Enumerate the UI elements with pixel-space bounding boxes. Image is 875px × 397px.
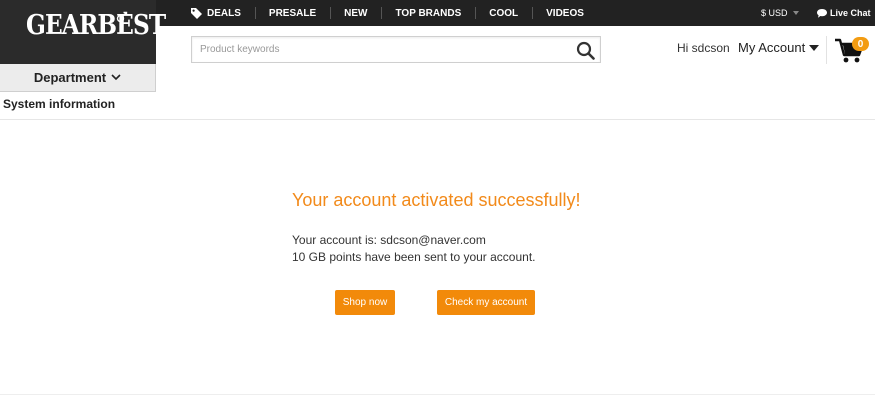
account-info: Your account is: sdcson@naver.com xyxy=(292,233,486,247)
nav-new[interactable]: NEW xyxy=(330,0,381,26)
nav-cool-label: COOL xyxy=(489,7,519,19)
nav-cool[interactable]: COOL xyxy=(475,0,532,26)
nav-top-brands[interactable]: TOP BRANDS xyxy=(381,0,475,26)
search-bar xyxy=(191,36,601,63)
shop-now-button[interactable]: Shop now xyxy=(335,290,395,315)
logo-gender-icon xyxy=(116,11,128,23)
header-divider xyxy=(826,36,827,64)
department-menu[interactable]: Department xyxy=(0,64,156,92)
search-button[interactable] xyxy=(574,39,596,61)
nav-top-brands-label: TOP BRANDS xyxy=(395,7,462,19)
my-account-label: My Account xyxy=(738,40,806,55)
nav-videos[interactable]: VIDEOS xyxy=(532,0,598,26)
footer-divider xyxy=(0,394,875,395)
caret-down-icon xyxy=(809,44,820,51)
department-label: Department xyxy=(33,70,107,85)
search-icon xyxy=(576,41,595,60)
top-nav: DEALS PRESALE NEW TOP BRANDS COOL VIDEOS xyxy=(190,0,598,26)
currency-label: $ USD xyxy=(761,8,788,18)
search-input[interactable] xyxy=(200,37,570,62)
nav-videos-label: VIDEOS xyxy=(546,7,584,19)
live-chat-link[interactable]: Live Chat xyxy=(816,0,871,26)
points-info: 10 GB points have been sent to your acco… xyxy=(292,250,536,264)
check-account-button[interactable]: Check my account xyxy=(437,290,535,315)
nav-new-label: NEW xyxy=(344,7,368,19)
cart-count-badge: 0 xyxy=(852,37,869,51)
user-greeting[interactable]: Hi sdcson xyxy=(677,41,730,55)
logo-text: GEARBEST xyxy=(26,10,166,41)
nav-deals[interactable]: DEALS xyxy=(190,0,255,26)
nav-deals-label: DEALS xyxy=(207,7,241,19)
success-message: Your account activated successfully! xyxy=(292,190,581,210)
title-divider xyxy=(0,119,875,120)
chat-bubble-icon xyxy=(817,8,827,18)
live-chat-label: Live Chat xyxy=(830,8,871,18)
tag-icon xyxy=(190,7,203,20)
currency-selector[interactable]: $ USD xyxy=(761,0,799,26)
nav-presale-label: PRESALE xyxy=(268,7,317,19)
chevron-down-icon xyxy=(111,74,121,81)
my-account-menu[interactable]: My Account xyxy=(738,40,820,55)
chevron-down-icon xyxy=(792,11,799,15)
page-title: System information xyxy=(3,97,116,111)
site-logo[interactable]: GEARBEST xyxy=(0,0,166,64)
nav-presale[interactable]: PRESALE xyxy=(254,0,330,26)
